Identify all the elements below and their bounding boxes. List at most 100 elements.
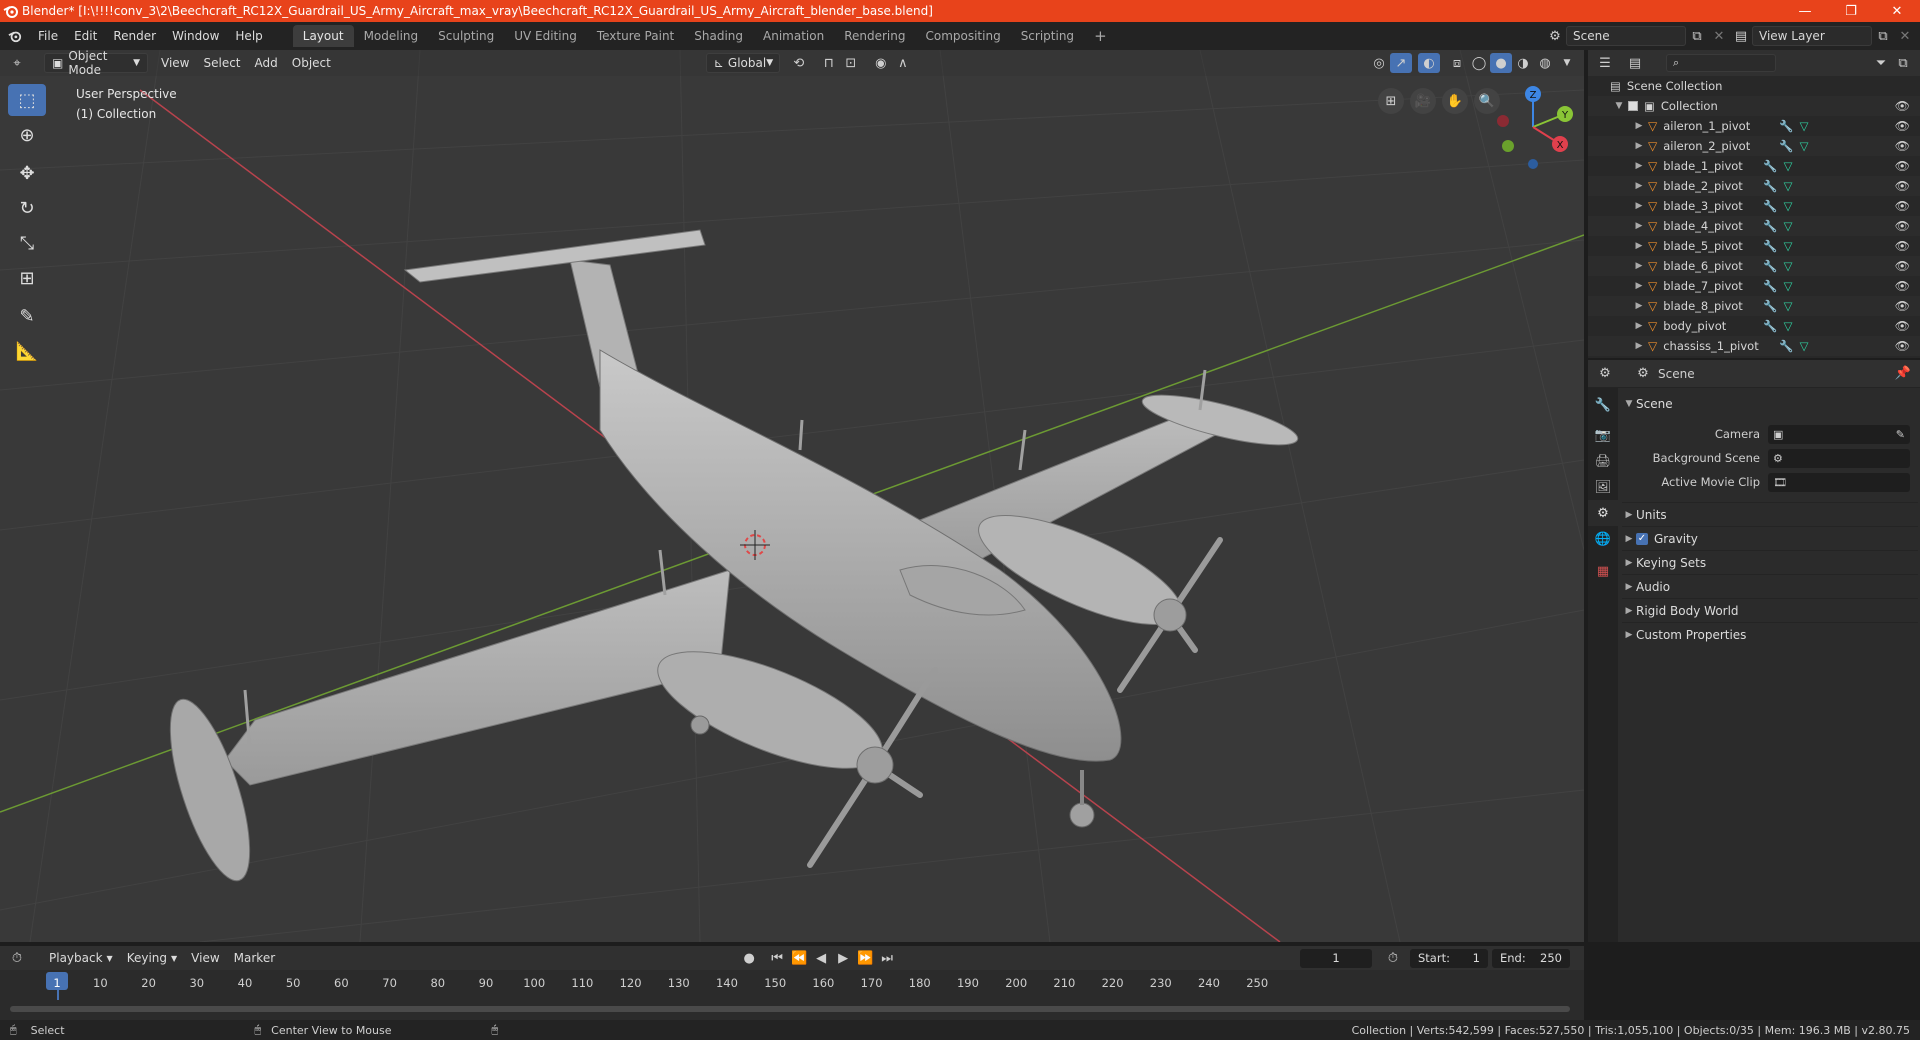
close-button[interactable]: ✕ [1874,0,1920,22]
cursor-tool-icon[interactable]: ⊕ [8,119,46,151]
eye-icon[interactable]: 👁 [1895,219,1910,233]
delete-view-layer-icon[interactable]: ✕ [1894,26,1916,46]
rigid-body-world-panel[interactable]: ▶ Rigid Body World [1622,598,1918,622]
mesh-data-icon[interactable]: ▽ [1784,259,1793,273]
modifier-icon[interactable]: 🔧 [1779,339,1793,353]
texture-tab-icon[interactable]: ▦ [1588,558,1618,584]
modifier-icon[interactable]: 🔧 [1779,139,1793,153]
new-view-layer-icon[interactable]: ⧉ [1872,26,1894,46]
mesh-data-icon[interactable]: ▽ [1784,239,1793,253]
tab-animation[interactable]: Animation [753,25,834,47]
timeline-menu-keying[interactable]: Keying ▼ [120,948,184,968]
tab-shading[interactable]: Shading [684,25,753,47]
view-layer-field[interactable]: View Layer [1752,26,1872,46]
overlay-toggle-icon[interactable]: ◐ [1418,53,1440,73]
minimize-button[interactable]: — [1782,0,1828,22]
rotate-tool-icon[interactable]: ↻ [8,192,46,224]
scale-tool-icon[interactable]: ⤡ [8,227,46,259]
collapsed-arrow-icon[interactable]: ▶ [1632,201,1646,211]
outliner-item[interactable]: ▶ ▽ aileron_2_pivot 🔧 ▽ 👁 [1588,136,1920,156]
navigation-gizmo[interactable]: Z Y X [1490,84,1576,170]
pivot-point-icon[interactable]: ⟲ [788,53,810,73]
play-icon[interactable]: ▶ [832,948,854,968]
stopwatch-icon[interactable]: ⏱ [1382,948,1404,968]
outliner-collection[interactable]: ▼ ▣ Collection 👁 [1588,96,1920,116]
collapsed-arrow-icon[interactable]: ▶ [1632,341,1646,351]
output-tab-icon[interactable]: 🖨 [1588,448,1618,474]
jump-end-icon[interactable]: ⏭ [876,948,898,968]
tab-modeling[interactable]: Modeling [354,25,429,47]
camera-field[interactable]: ▣ ✎ [1768,424,1910,444]
jump-start-icon[interactable]: ⏮ [766,948,788,968]
viewport-menu-select[interactable]: Select [196,53,247,73]
menu-render[interactable]: Render [105,22,164,50]
solid-shading-icon[interactable]: ● [1490,53,1512,73]
background-scene-field[interactable]: ⚙ [1768,448,1910,468]
modifier-icon[interactable]: 🔧 [1763,159,1777,173]
mesh-data-icon[interactable]: ▽ [1784,179,1793,193]
delete-scene-icon[interactable]: ✕ [1708,26,1730,46]
editor-type-icon[interactable]: ⌖ [6,53,28,73]
modifier-icon[interactable]: 🔧 [1763,199,1777,213]
mesh-data-icon[interactable]: ▽ [1800,119,1809,133]
snap-icon[interactable]: ⊓ [818,53,840,73]
keying-sets-panel[interactable]: ▶ Keying Sets [1622,550,1918,574]
record-icon[interactable]: ● [738,948,760,968]
timeline-editor-icon[interactable]: ⏱ [6,948,28,968]
mesh-data-icon[interactable]: ▽ [1800,339,1809,353]
modifier-icon[interactable]: 🔧 [1763,259,1777,273]
new-collection-icon[interactable]: ⧉ [1892,53,1914,73]
eye-icon[interactable]: 👁 [1895,139,1910,153]
render-tab-icon[interactable]: 📷 [1588,422,1618,448]
timeline-menu-view[interactable]: View [184,948,226,968]
new-scene-icon[interactable]: ⧉ [1686,26,1708,46]
tab-scripting[interactable]: Scripting [1011,25,1084,47]
outliner-item[interactable]: ▶ ▽ chassiss_1_pivot 🔧 ▽ 👁 [1588,336,1920,356]
collapsed-arrow-icon[interactable]: ▶ [1632,301,1646,311]
timeline-menu-marker[interactable]: Marker [227,948,282,968]
eye-icon[interactable]: 👁 [1895,259,1910,273]
collapsed-arrow-icon[interactable]: ▶ [1632,161,1646,171]
collapsed-arrow-icon[interactable]: ▶ [1632,281,1646,291]
tab-layout[interactable]: Layout [292,25,354,47]
outliner-item[interactable]: ▶ ▽ blade_8_pivot 🔧 ▽ 👁 [1588,296,1920,316]
xray-icon[interactable]: ⧈ [1446,53,1468,73]
timeline-scrollbar[interactable] [10,1006,1570,1012]
outliner-search-input[interactable]: ⌕ [1666,54,1776,72]
eyedropper-icon[interactable]: ✎ [1896,428,1905,441]
eye-icon[interactable]: 👁 [1895,99,1910,113]
display-mode-icon[interactable]: ▤ [1624,53,1646,73]
blender-menu-icon[interactable] [0,22,30,50]
outliner-editor-icon[interactable]: ☰ [1594,53,1616,73]
end-frame-field[interactable]: End: 250 [1492,948,1570,968]
modifier-icon[interactable]: 🔧 [1763,299,1777,313]
mesh-data-icon[interactable]: ▽ [1784,219,1793,233]
active-movie-clip-field[interactable]: 🎞 [1768,472,1910,492]
menu-help[interactable]: Help [227,22,270,50]
modifier-icon[interactable]: 🔧 [1763,239,1777,253]
viewport-menu-add[interactable]: Add [248,53,285,73]
transform-tool-icon[interactable]: ⊞ [8,262,46,294]
eye-icon[interactable]: 👁 [1895,279,1910,293]
world-tab-icon[interactable]: 🌐 [1588,526,1618,552]
outliner-item[interactable]: ▶ ▽ blade_3_pivot 🔧 ▽ 👁 [1588,196,1920,216]
outliner-item[interactable]: ▶ ▽ blade_6_pivot 🔧 ▽ 👁 [1588,256,1920,276]
menu-file[interactable]: File [30,22,66,50]
view-layer-tab-icon[interactable]: 🖼 [1588,474,1618,500]
mesh-data-icon[interactable]: ▽ [1800,139,1809,153]
properties-editor-icon[interactable]: ⚙ [1594,364,1616,384]
outliner-item[interactable]: ▶ ▽ aileron_1_pivot 🔧 ▽ 👁 [1588,116,1920,136]
current-frame-field[interactable]: 1 [1300,948,1372,968]
tab-rendering[interactable]: Rendering [834,25,915,47]
mesh-data-icon[interactable]: ▽ [1784,159,1793,173]
eye-icon[interactable]: 👁 [1895,159,1910,173]
collapsed-arrow-icon[interactable]: ▶ [1632,221,1646,231]
outliner-item[interactable]: ▶ ▽ blade_2_pivot 🔧 ▽ 👁 [1588,176,1920,196]
eye-icon[interactable]: 👁 [1895,339,1910,353]
mesh-data-icon[interactable]: ▽ [1784,319,1793,333]
proportional-edit-icon[interactable]: ◉ [870,53,892,73]
filter-icon[interactable]: ⏷ [1870,53,1892,73]
visibility-icon[interactable]: ◎ [1368,53,1390,73]
tool-tab-icon[interactable]: 🔧 [1588,392,1618,418]
modifier-icon[interactable]: 🔧 [1763,319,1777,333]
